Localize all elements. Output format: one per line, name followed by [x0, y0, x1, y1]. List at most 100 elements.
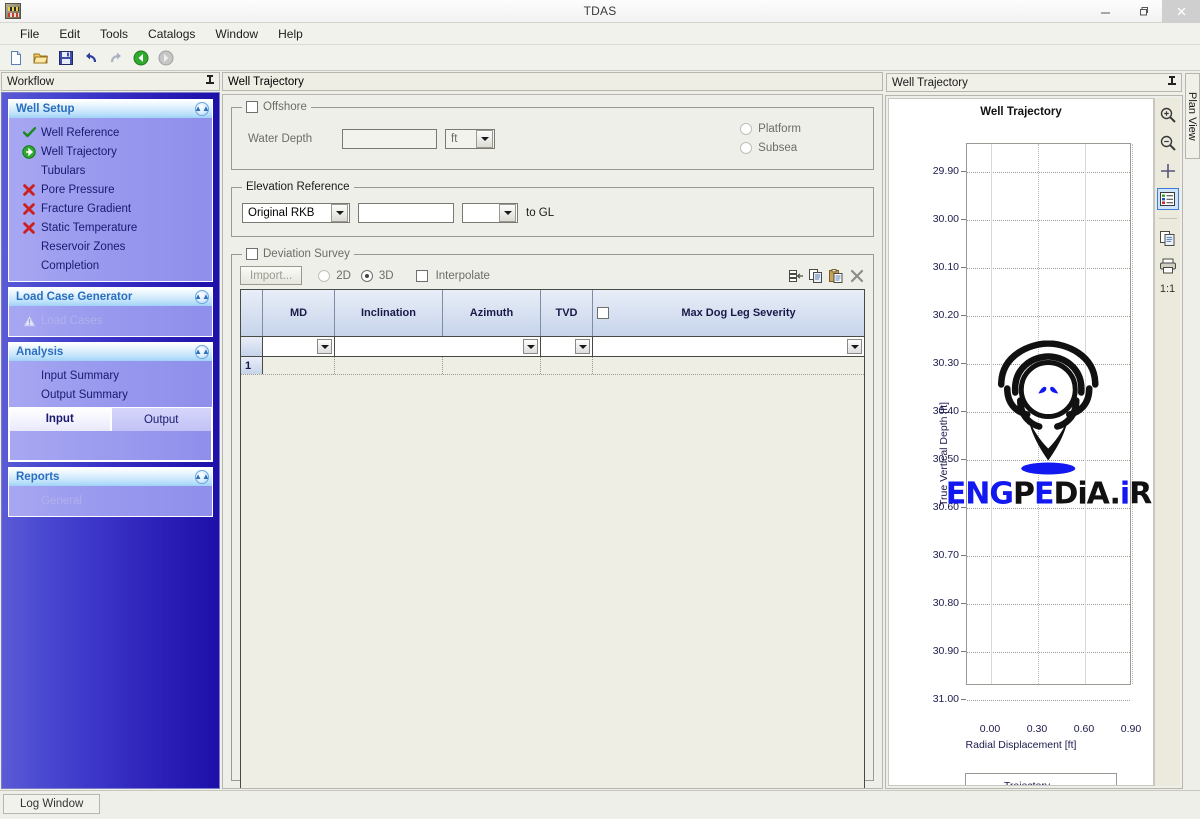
chevron-down-icon[interactable] [847, 339, 862, 354]
table-row[interactable]: 1 [241, 356, 864, 374]
cell-tvd[interactable] [541, 357, 593, 374]
copy-icon[interactable] [808, 267, 825, 284]
pin-icon[interactable] [1167, 75, 1177, 90]
mode-3d-radio-row[interactable]: 3D [360, 269, 394, 282]
filter-md[interactable] [263, 337, 335, 356]
table-header-azimuth[interactable]: Azimuth [443, 290, 541, 336]
filter-tvd[interactable] [541, 337, 593, 356]
tab-input[interactable]: Input [9, 407, 111, 431]
redo-icon[interactable] [105, 47, 127, 69]
interpolate-checkbox[interactable] [415, 269, 428, 282]
group-header-well-setup[interactable]: Well Setup ▲▲ [8, 99, 213, 118]
delete-icon[interactable] [848, 267, 865, 284]
subsea-radio[interactable] [740, 142, 753, 154]
zoom-out-icon[interactable] [1157, 132, 1179, 154]
platform-radio-row[interactable]: Platform [740, 123, 801, 135]
group-header-reports[interactable]: Reports ▲▲ [8, 467, 213, 486]
print-icon[interactable] [1157, 255, 1179, 277]
forward-icon[interactable] [155, 47, 177, 69]
plot-area[interactable]: ENGPEDiA.iR [946, 143, 1152, 701]
plus-icon[interactable] [1157, 160, 1179, 182]
document-tab[interactable]: Well Trajectory [222, 72, 883, 91]
sidebar-item-tubulars[interactable]: Tubulars [9, 161, 212, 180]
pin-icon[interactable] [205, 74, 215, 89]
subsea-radio-row[interactable]: Subsea [740, 142, 801, 154]
table-header-tvd[interactable]: TVD [541, 290, 593, 336]
mode-2d-radio-row[interactable]: 2D [318, 269, 351, 282]
sidebar-item-fracture-gradient[interactable]: Fracture Gradient [9, 199, 212, 218]
menu-help[interactable]: Help [268, 24, 313, 44]
group-title: Reports [16, 471, 60, 483]
chart-legend[interactable]: Trajectory [965, 773, 1117, 785]
sidebar-item-well-trajectory[interactable]: Well Trajectory [9, 142, 212, 161]
water-depth-unit-select[interactable]: ft [445, 128, 495, 149]
chevron-up-icon[interactable]: ▲▲ [194, 345, 210, 359]
elevation-reference-select[interactable]: Original RKB [242, 203, 350, 223]
table-header-inclination[interactable]: Inclination [335, 290, 443, 336]
cell-azimuth[interactable] [443, 357, 541, 374]
save-icon[interactable] [55, 47, 77, 69]
import-button[interactable]: Import... [240, 266, 303, 285]
back-icon[interactable] [130, 47, 152, 69]
sidebar-item-well-reference[interactable]: Well Reference [9, 123, 212, 142]
menu-file[interactable]: File [10, 24, 49, 44]
new-document-icon[interactable] [5, 47, 27, 69]
mode-3d-radio[interactable] [360, 269, 373, 282]
menu-tools[interactable]: Tools [90, 24, 138, 44]
tab-output[interactable]: Output [110, 407, 212, 431]
platform-radio[interactable] [740, 123, 753, 135]
scale-ratio-button[interactable]: 1:1 [1160, 283, 1175, 295]
chevron-down-icon[interactable] [317, 339, 332, 354]
sidebar-item-static-temperature[interactable]: Static Temperature [9, 218, 212, 237]
chevron-up-icon[interactable]: ▲▲ [194, 290, 210, 304]
restore-button[interactable] [1124, 0, 1162, 23]
offshore-checkbox[interactable] [246, 101, 258, 113]
menu-window[interactable]: Window [205, 24, 268, 44]
log-window-button[interactable]: Log Window [3, 793, 101, 814]
chevron-down-icon[interactable] [523, 339, 538, 354]
x-tick: 0.30 [1026, 723, 1048, 735]
mode-2d-radio[interactable] [318, 269, 331, 282]
menu-edit[interactable]: Edit [49, 24, 90, 44]
chevron-up-icon[interactable]: ▲▲ [194, 102, 210, 116]
elevation-unit-select[interactable] [462, 203, 518, 223]
table-header-md[interactable]: MD [263, 290, 335, 336]
elevation-legend: Elevation Reference [242, 181, 354, 193]
zoom-in-icon[interactable] [1157, 104, 1179, 126]
sidebar-item-pore-pressure[interactable]: Pore Pressure [9, 180, 212, 199]
plan-view-tab[interactable]: Plan View [1184, 73, 1200, 159]
sidebar-item-reservoir-zones[interactable]: Reservoir Zones [9, 237, 212, 256]
cell-md[interactable] [263, 357, 335, 374]
group-header-load-case-generator[interactable]: Load Case Generator ▲▲ [8, 287, 213, 306]
table-header-max-dog-leg-severity[interactable]: Max Dog Leg Severity [593, 290, 864, 336]
sidebar-item-input-summary[interactable]: Input Summary [9, 366, 212, 385]
menu-catalogs[interactable]: Catalogs [138, 24, 205, 44]
insert-row-icon[interactable] [788, 267, 805, 284]
elevation-value-input[interactable] [358, 203, 454, 223]
watermark: ENGPEDiA.iR [946, 340, 1152, 509]
water-depth-input[interactable] [342, 128, 437, 149]
sidebar-item-output-summary[interactable]: Output Summary [9, 385, 212, 404]
filter-inclination-azimuth[interactable] [335, 337, 541, 356]
open-folder-icon[interactable] [30, 47, 52, 69]
workflow-body: Well Setup ▲▲ Well Reference Well Trajec… [1, 92, 220, 789]
legend-icon[interactable] [1156, 188, 1179, 210]
copy-icon[interactable] [1157, 227, 1179, 249]
group-header-analysis[interactable]: Analysis ▲▲ [8, 342, 213, 361]
chart-canvas[interactable]: Well Trajectory True Vertical Depth [ft]… [888, 98, 1154, 786]
interpolate-row[interactable]: Interpolate [415, 269, 490, 282]
sidebar-item-completion[interactable]: Completion [9, 256, 212, 275]
chevron-down-icon[interactable] [575, 339, 590, 354]
cell-inclination[interactable] [335, 357, 443, 374]
water-depth-label: Water Depth [248, 132, 313, 145]
undo-icon[interactable] [80, 47, 102, 69]
cell-max-dog-leg-severity[interactable] [593, 357, 864, 374]
minimize-button[interactable] [1086, 0, 1124, 23]
filter-mdls[interactable] [593, 337, 864, 356]
deviation-survey-checkbox[interactable] [246, 248, 258, 260]
close-button[interactable] [1162, 0, 1200, 23]
deviation-survey-legend: Deviation Survey [242, 248, 354, 260]
paste-icon[interactable] [828, 267, 845, 284]
chevron-up-icon[interactable]: ▲▲ [194, 470, 210, 484]
mdls-checkbox[interactable] [597, 307, 609, 319]
